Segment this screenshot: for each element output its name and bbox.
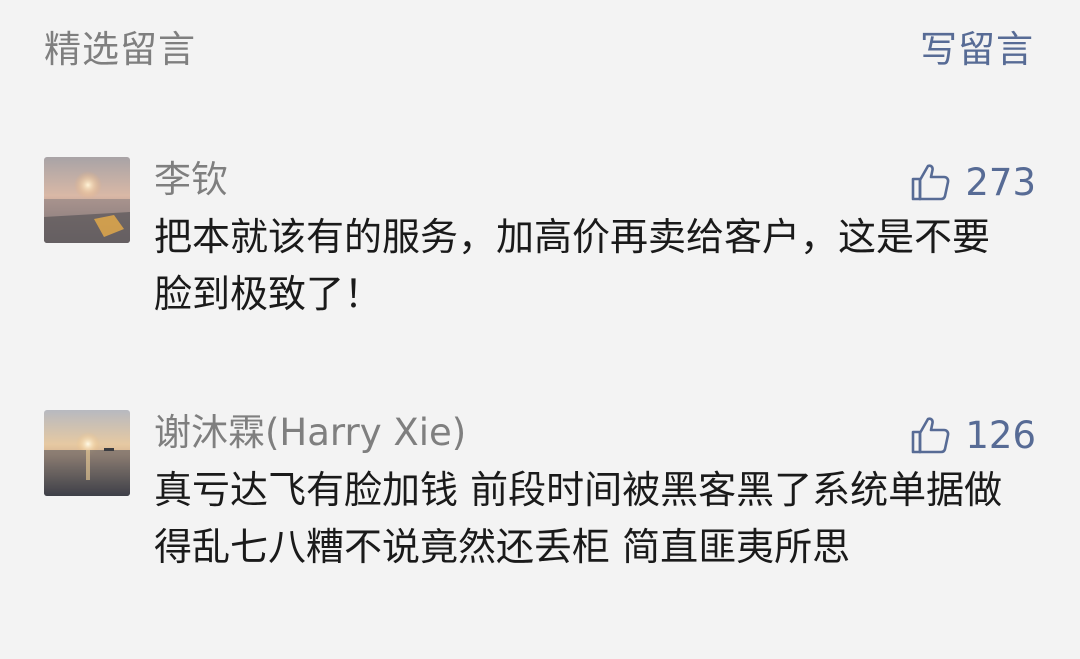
avatar[interactable]	[44, 157, 130, 243]
thumbs-up-icon	[912, 417, 950, 454]
avatar[interactable]	[44, 410, 130, 496]
like-count: 126	[965, 413, 1036, 457]
write-comment-link[interactable]: 写留言	[920, 25, 1034, 75]
featured-comments-section: 精选留言 写留言 李钦 273 把本就该有的服务，加高价再卖给客户，这是不要脸到…	[0, 0, 1080, 659]
comment-item: 谢沐霖(Harry Xie) 126 真亏达飞有脸加钱 前段时间被黑客黑了系统单…	[0, 410, 1080, 650]
avatar-image	[44, 410, 130, 496]
avatar-image	[44, 157, 130, 243]
comment-text: 把本就该有的服务，加高价再卖给客户，这是不要脸到极致了！	[154, 215, 991, 316]
comment-text: 真亏达飞有脸加钱 前段时间被黑客黑了系统单据做得乱七八糟不说竟然还丢柜 简直匪夷…	[154, 468, 1003, 569]
section-title: 精选留言	[44, 28, 196, 71]
comment-author[interactable]: 谢沐霖(Harry Xie)	[154, 410, 466, 456]
thumbs-up-icon	[912, 164, 950, 201]
like-button[interactable]: 126	[909, 412, 1036, 458]
like-button[interactable]: 273	[909, 159, 1036, 205]
like-count: 273	[965, 160, 1036, 204]
comment-item: 李钦 273 把本就该有的服务，加高价再卖给客户，这是不要脸到极致了！	[0, 157, 1080, 337]
comment-author[interactable]: 李钦	[154, 157, 228, 203]
